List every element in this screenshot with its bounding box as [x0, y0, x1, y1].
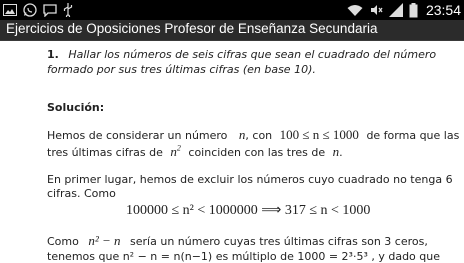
solution-heading: Solución:	[47, 101, 105, 114]
exercise-number: 1.	[47, 48, 59, 61]
text: tres últimas cifras de	[47, 146, 163, 159]
text: de forma que las	[366, 129, 460, 142]
superscript: 2	[176, 143, 181, 153]
formula: 100000 ≤ n² < 1000000 ⟹ 317 ≤ n < 1000	[126, 203, 371, 218]
paragraph-3-line-1: Como n² − n sería un número cuyas tres ú…	[47, 233, 428, 249]
mute-icon	[369, 2, 383, 18]
clock: 23:54	[425, 2, 461, 18]
text: .	[339, 146, 343, 159]
exercise-statement: Hallar los números de seis cifras que se…	[68, 48, 437, 61]
paragraph-1-line-2: tres últimas cifras de n2 coinciden con …	[47, 144, 343, 160]
text: sería un número cuyas tres últimas cifra…	[130, 235, 428, 248]
system-icons: 23:54	[347, 1, 461, 19]
text: , con	[245, 129, 273, 142]
document-view[interactable]: 1. Hallar los números de seis cifras que…	[0, 41, 464, 263]
notification-icons	[3, 2, 73, 18]
title-bar: Ejercicios de Oposiciones Profesor de En…	[0, 20, 464, 40]
app-title: Ejercicios de Oposiciones Profesor de En…	[6, 21, 378, 36]
exercise-line-1: 1. Hallar los números de seis cifras que…	[47, 48, 436, 61]
status-bar: 23:54	[0, 0, 464, 20]
usb-icon	[63, 2, 73, 18]
paragraph-1-line-1: Hemos de considerar un número n, con 100…	[47, 127, 459, 143]
math-inequality: 100 ≤ n ≤ 1000	[279, 127, 359, 142]
paragraph-4-partial: tenemos que n² − n = n(n−1) es múltiplo …	[47, 250, 441, 263]
text: Hemos de considerar un número	[47, 129, 228, 142]
chat-bubble-icon	[43, 2, 57, 18]
signal-icon	[388, 2, 403, 18]
text: coinciden con las tres de	[188, 146, 326, 159]
wifi-icon	[347, 2, 363, 18]
battery-icon	[409, 2, 418, 18]
exercise-statement-cont: formado por sus tres últimas cifras (en …	[47, 63, 316, 76]
math-expression: n² − n	[88, 233, 121, 248]
paragraph-2-line-1: En primer lugar, hemos de excluir los nú…	[47, 173, 453, 186]
paragraph-2-line-2: cifras. Como	[47, 187, 116, 200]
image-icon	[3, 2, 17, 18]
math-n-squared: n2	[170, 144, 181, 159]
text: Como	[47, 235, 79, 248]
whatsapp-icon	[23, 2, 37, 18]
